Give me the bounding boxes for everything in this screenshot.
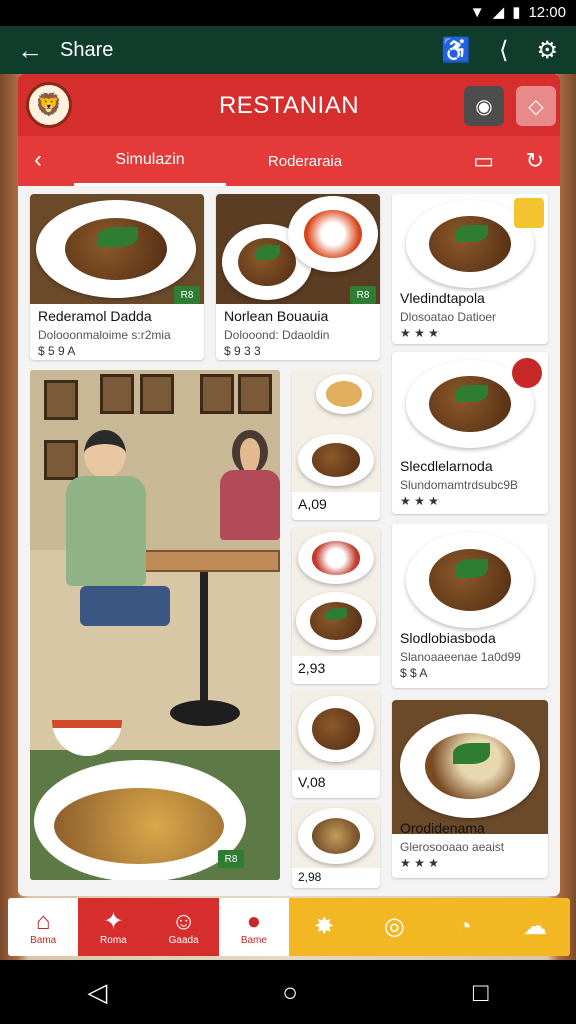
dish-image [392,700,548,834]
dish-price: 2,98 [298,870,322,884]
dish-rating: $ $ A [400,666,428,680]
back-triangle-icon[interactable]: ◁ [87,977,107,1008]
clock: 12:00 [528,3,566,21]
wifi-icon: ▼ [469,3,485,21]
badge-icon [514,198,544,228]
dish-price: $ 9 3 3 [224,344,261,358]
tab-bar: ‹ Simulazin Roderaraia ▭ ↻ [18,136,560,186]
dish-name: Norlean Bouauia [224,308,329,324]
main-card: 🦁 RESTANIAN ◉ ◇ ‹ Simulazin Roderaraia ▭… [18,74,560,896]
battery-icon: ▮ [512,4,521,21]
signal-icon: ◢ [492,4,505,21]
dish-card[interactable]: Vledindtapola Dlosoatao Datioer ★ ★ ★ [392,194,548,344]
nav-item-roma[interactable]: ✦ Roma [78,898,149,956]
dish-card[interactable]: Orodidenama Glerosooaao aeaist ★ ★ ★ [392,700,548,878]
nav-item-compass[interactable]: ◎ [359,898,430,956]
badge-icon [512,358,542,388]
brand-header: 🦁 RESTANIAN ◉ ◇ [18,74,560,136]
dish-description: Dlosoatao Datioer [400,310,497,324]
tab-roderaraia[interactable]: Roderaraia [250,136,360,186]
dish-image [292,804,380,868]
dish-name: Vledindtapola [400,290,485,306]
nav-item-pie[interactable]: ◔ [429,898,500,956]
dish-description: Dolooonmaloime s:r2mia [38,328,171,342]
pie-icon: ◔ [457,913,472,940]
dish-card[interactable]: Slecdlelarnoda Slundomamtrdsubc9B ★ ★ ★ [392,352,548,514]
dish-name: Orodidenama [400,820,485,836]
rating-chip: R8 [218,850,244,868]
share-icon[interactable]: ⟨ [499,36,508,65]
refresh-icon[interactable]: ↻ [526,148,544,174]
diamond-icon[interactable]: ◇ [516,86,556,126]
dish-price: 2,93 [298,660,326,676]
cloud-icon: ☁ [522,913,547,940]
settings-icon[interactable]: ⚙ [536,36,558,65]
dish-rating: ★ ★ ★ [400,856,439,870]
dish-thumb[interactable]: 2,93 [292,528,380,684]
bottom-nav: ⌂ Bama ✦ Roma ☺ Gaada ● Bame ✸ ◎ ◔ ☁ [8,898,570,956]
dish-name: Rederamol Dadda [38,308,152,324]
dish-price: $ 5 9 A [38,344,76,358]
dish-description: Dolooond: Ddaoldin [224,328,330,342]
dish-name: Slecdlelarnoda [400,458,493,474]
accessibility-icon[interactable]: ♿ [441,36,471,65]
star-icon: ✦ [103,907,124,935]
system-nav-bar: ◁ ○ □ [0,960,576,1024]
dish-card[interactable]: R8 Rederamol Dadda Dolooonmaloime s:r2mi… [30,194,204,360]
dish-description: Slundomamtrdsubc9B [400,478,519,492]
status-bar: ▼ ◢ ▮ 12:00 [0,0,576,26]
face-icon: ☺ [171,907,196,935]
dish-thumb[interactable]: A,09 [292,370,380,520]
dish-card[interactable]: R8 Norlean Bouauia Dolooond: Ddaoldin $ … [216,194,380,360]
tab-simulazin[interactable]: Simulazin [74,136,226,186]
home-circle-icon[interactable]: ○ [282,977,298,1008]
cast-icon[interactable]: ▭ [473,148,494,174]
burst-icon: ✸ [314,913,335,940]
dish-image [292,690,380,770]
dish-thumb[interactable]: 2,98 [292,804,380,888]
dish-name: Slodlobiasboda [400,630,496,646]
dish-card[interactable]: Slodlobiasboda Slanoaaeenae 1a0d99 $ $ A [392,524,548,688]
apple-icon: ● [246,907,262,935]
dish-rating: ★ ★ ★ [400,326,439,340]
restaurant-scene-image[interactable]: R8 [30,370,280,880]
dish-price: A,09 [298,496,327,512]
compass-icon: ◎ [383,913,405,940]
chat-icon[interactable]: ◉ [464,86,504,126]
dish-thumb[interactable]: V,08 [292,690,380,798]
nav-item-gaada[interactable]: ☺ Gaada [148,898,219,956]
nav-item-bame[interactable]: ● Bame [218,898,289,956]
dish-description: Glerosooaao aeaist [400,840,505,854]
app-bar: ← Share ♿ ⟨ ⚙ [0,26,576,74]
dish-rating: ★ ★ ★ [400,494,439,508]
app-title: Share [60,38,114,61]
dish-image [392,524,548,634]
nav-item-bama[interactable]: ⌂ Bama [8,898,79,956]
chevron-left-icon[interactable]: ‹ [34,146,42,174]
back-icon[interactable]: ← [0,35,60,66]
house-icon: ⌂ [35,907,51,935]
dish-image [292,528,380,656]
dish-description: Slanoaaeenae 1a0d99 [400,650,521,664]
dish-image [292,370,380,492]
rating-chip: R8 [174,286,200,304]
dish-price: V,08 [298,774,326,790]
recents-square-icon[interactable]: □ [473,977,489,1008]
rating-chip: R8 [350,286,376,304]
nav-item-cloud[interactable]: ☁ [499,898,570,956]
nav-item-burst[interactable]: ✸ [289,898,360,956]
